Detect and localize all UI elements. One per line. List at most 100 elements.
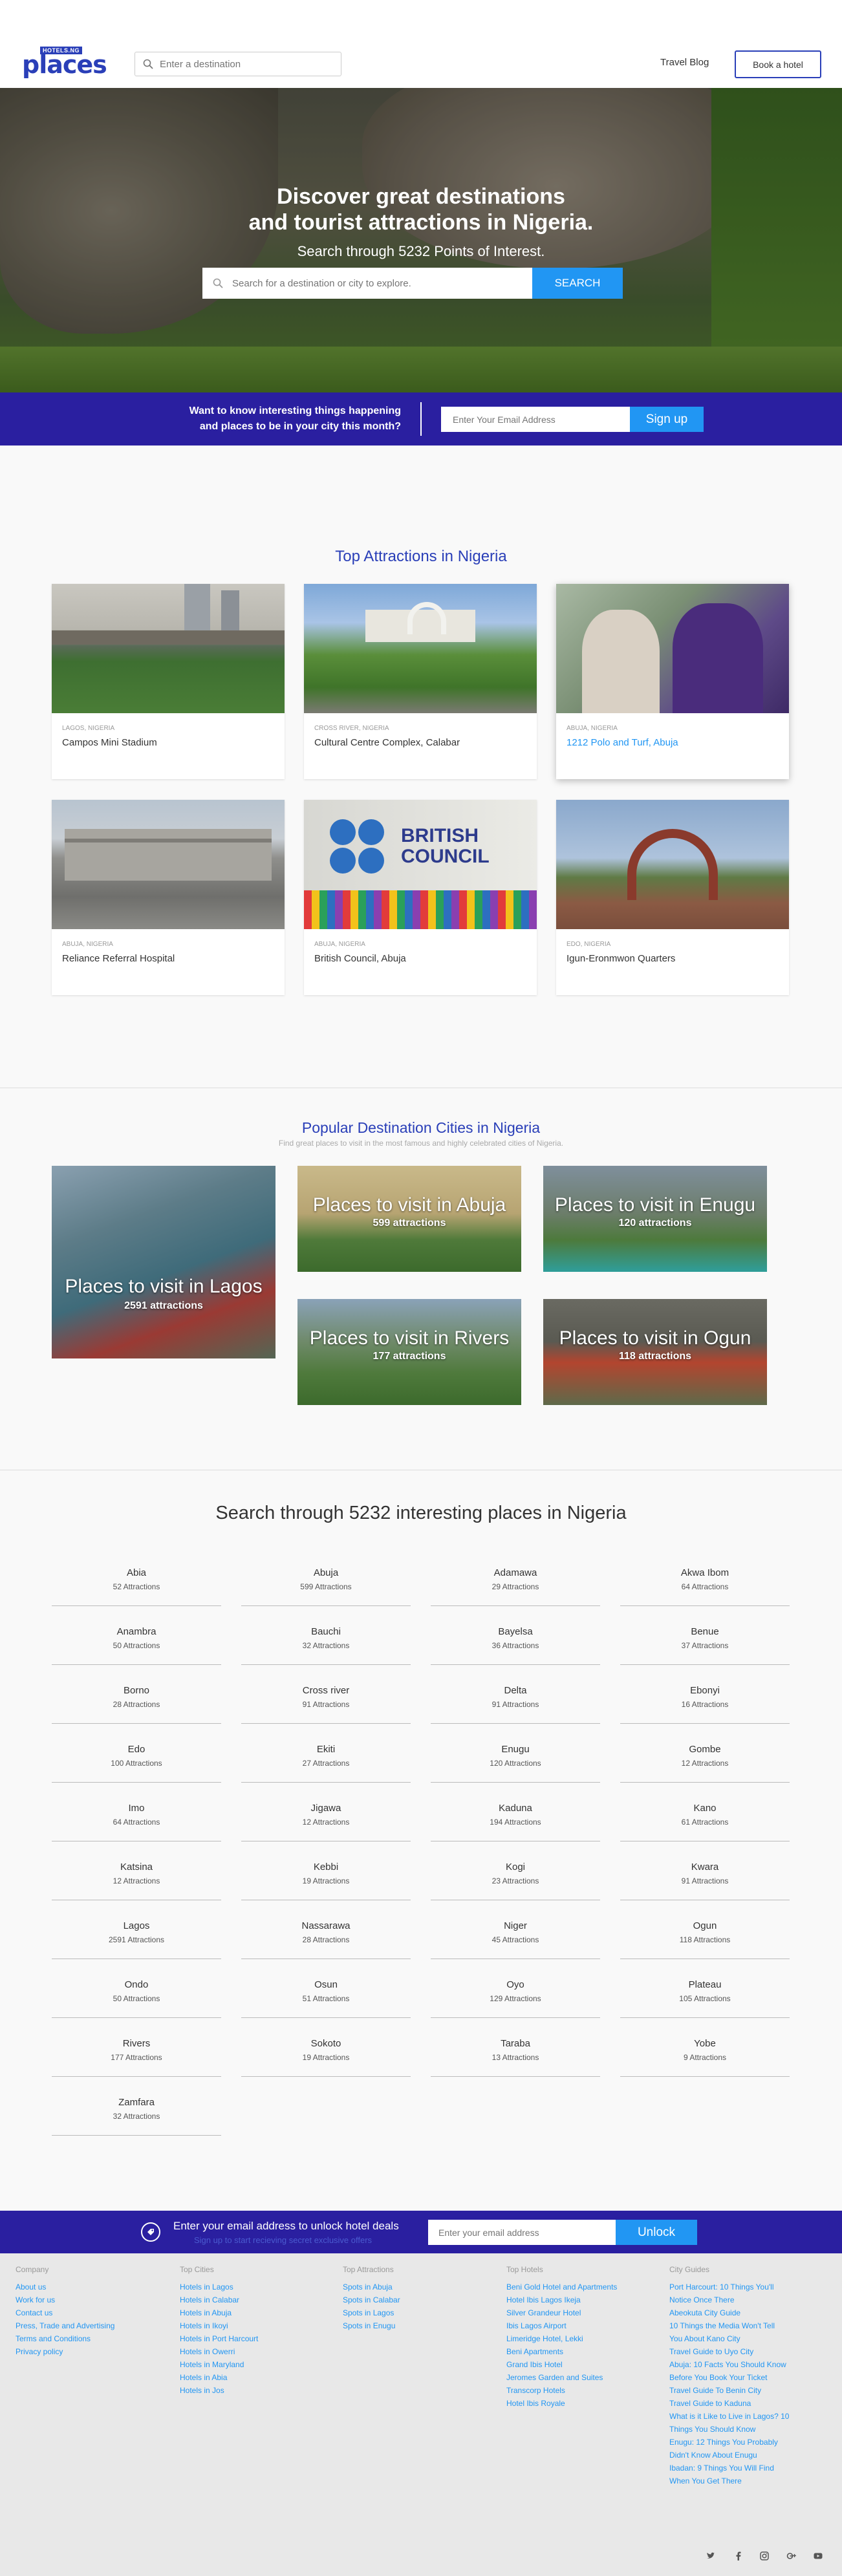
state-item[interactable]: Nassarawa 28 Attractions xyxy=(241,1920,411,1959)
footer-link[interactable]: Hotels in Port Harcourt xyxy=(180,2332,258,2345)
footer-link[interactable]: Spots in Enugu xyxy=(343,2319,400,2332)
state-item[interactable]: Enugu 120 Attractions xyxy=(431,1744,600,1783)
footer-link[interactable]: Hotels in Owerri xyxy=(180,2345,258,2358)
footer-link[interactable]: Grand Ibis Hotel xyxy=(506,2358,617,2371)
footer-link[interactable]: Hotel Ibis Lagos Ikeja xyxy=(506,2293,617,2306)
footer-link[interactable]: Port Harcourt: 10 Things You'll xyxy=(669,2281,789,2293)
footer-link[interactable]: Abeokuta City Guide xyxy=(669,2306,789,2319)
footer-link[interactable]: Hotels in Jos xyxy=(180,2384,258,2397)
state-item[interactable]: Ondo 50 Attractions xyxy=(52,1979,221,2018)
nav-travel-blog[interactable]: Travel Blog xyxy=(660,57,709,68)
hero-search-button[interactable]: SEARCH xyxy=(532,268,623,299)
book-hotel-button[interactable]: Book a hotel xyxy=(735,50,821,78)
state-item[interactable]: Adamawa 29 Attractions xyxy=(431,1567,600,1606)
footer-link[interactable]: Hotels in Abuja xyxy=(180,2306,258,2319)
footer-link[interactable]: Beni Gold Hotel and Apartments xyxy=(506,2281,617,2293)
twitter-icon[interactable] xyxy=(706,2551,715,2562)
unlock-button[interactable]: Unlock xyxy=(616,2220,697,2245)
hero-search-box[interactable] xyxy=(202,268,532,299)
state-item[interactable]: Edo 100 Attractions xyxy=(52,1744,221,1783)
state-item[interactable]: Zamfara 32 Attractions xyxy=(52,2097,221,2136)
state-item[interactable]: Kebbi 19 Attractions xyxy=(241,1862,411,1900)
footer-link[interactable]: When You Get There xyxy=(669,2474,789,2487)
state-item[interactable]: Lagos 2591 Attractions xyxy=(52,1920,221,1959)
site-logo[interactable]: HOTELS.NG places xyxy=(22,47,107,79)
footer-link[interactable]: Travel Guide to Uyo City xyxy=(669,2345,789,2358)
state-item[interactable]: Ekiti 27 Attractions xyxy=(241,1744,411,1783)
state-item[interactable]: Kano 61 Attractions xyxy=(620,1803,790,1841)
footer-link[interactable]: Limeridge Hotel, Lekki xyxy=(506,2332,617,2345)
state-item[interactable]: Benue 37 Attractions xyxy=(620,1626,790,1665)
state-item[interactable]: Delta 91 Attractions xyxy=(431,1685,600,1724)
hero-search-input[interactable] xyxy=(232,277,532,289)
footer-link[interactable]: Hotel Ibis Royale xyxy=(506,2397,617,2410)
footer-link[interactable]: Enugu: 12 Things You Probably xyxy=(669,2436,789,2449)
newsletter-signup-button[interactable]: Sign up xyxy=(630,407,704,432)
state-item[interactable]: Imo 64 Attractions xyxy=(52,1803,221,1841)
footer-link[interactable]: Travel Guide to Kaduna xyxy=(669,2397,789,2410)
youtube-icon[interactable] xyxy=(814,2551,823,2562)
footer-link[interactable]: Terms and Conditions xyxy=(16,2332,114,2345)
footer-link[interactable]: Press, Trade and Advertising xyxy=(16,2319,114,2332)
city-tile-lagos[interactable]: Places to visit in Lagos 2591 attraction… xyxy=(52,1166,275,1358)
footer-link[interactable]: Travel Guide To Benin City xyxy=(669,2384,789,2397)
footer-link[interactable]: Spots in Abuja xyxy=(343,2281,400,2293)
footer-link[interactable]: Privacy policy xyxy=(16,2345,114,2358)
state-item[interactable]: Sokoto 19 Attractions xyxy=(241,2038,411,2077)
footer-link[interactable]: Before You Book Your Ticket xyxy=(669,2371,789,2384)
footer-link[interactable]: Contact us xyxy=(16,2306,114,2319)
footer-link[interactable]: Things You Should Know xyxy=(669,2423,789,2436)
state-item[interactable]: Taraba 13 Attractions xyxy=(431,2038,600,2077)
header-search-input[interactable] xyxy=(160,58,341,70)
state-item[interactable]: Ebonyi 16 Attractions xyxy=(620,1685,790,1724)
state-item[interactable]: Plateau 105 Attractions xyxy=(620,1979,790,2018)
state-item[interactable]: Kaduna 194 Attractions xyxy=(431,1803,600,1841)
footer-link[interactable]: Transcorp Hotels xyxy=(506,2384,617,2397)
state-item[interactable]: Kwara 91 Attractions xyxy=(620,1862,790,1900)
state-item[interactable]: Anambra 50 Attractions xyxy=(52,1626,221,1665)
footer-link[interactable]: Ibis Lagos Airport xyxy=(506,2319,617,2332)
state-item[interactable]: Kogi 23 Attractions xyxy=(431,1862,600,1900)
footer-link[interactable]: About us xyxy=(16,2281,114,2293)
footer-link[interactable]: Didn't Know About Enugu xyxy=(669,2449,789,2462)
instagram-icon[interactable] xyxy=(760,2551,769,2562)
footer-link[interactable]: 10 Things the Media Won't Tell xyxy=(669,2319,789,2332)
state-item[interactable]: Ogun 118 Attractions xyxy=(620,1920,790,1959)
state-item[interactable]: Jigawa 12 Attractions xyxy=(241,1803,411,1841)
attraction-card[interactable]: EDO, NIGERIA Igun-Eronmwon Quarters xyxy=(556,800,789,995)
state-item[interactable]: Oyo 129 Attractions xyxy=(431,1979,600,2018)
state-item[interactable]: Rivers 177 Attractions xyxy=(52,2038,221,2077)
state-item[interactable]: Abia 52 Attractions xyxy=(52,1567,221,1606)
footer-link[interactable]: What is it Like to Live in Lagos? 10 xyxy=(669,2410,789,2423)
footer-link[interactable]: Hotels in Calabar xyxy=(180,2293,258,2306)
attraction-card[interactable]: BRITISH COUNCIL ABUJA, NIGERIA British C… xyxy=(304,800,537,995)
city-tile-abuja[interactable]: Places to visit in Abuja 599 attractions xyxy=(297,1166,521,1272)
city-tile-rivers[interactable]: Places to visit in Rivers 177 attraction… xyxy=(297,1299,521,1405)
footer-link[interactable]: Hotels in Lagos xyxy=(180,2281,258,2293)
attraction-card[interactable]: CROSS RIVER, NIGERIA Cultural Centre Com… xyxy=(304,584,537,779)
footer-link[interactable]: Work for us xyxy=(16,2293,114,2306)
footer-link[interactable]: Hotels in Maryland xyxy=(180,2358,258,2371)
footer-link[interactable]: Abuja: 10 Facts You Should Know xyxy=(669,2358,789,2371)
state-item[interactable]: Cross river 91 Attractions xyxy=(241,1685,411,1724)
footer-link[interactable]: Jeromes Garden and Suites xyxy=(506,2371,617,2384)
footer-link[interactable]: Silver Grandeur Hotel xyxy=(506,2306,617,2319)
state-item[interactable]: Bauchi 32 Attractions xyxy=(241,1626,411,1665)
footer-link[interactable]: Ibadan: 9 Things You Will Find xyxy=(669,2462,789,2474)
attraction-card[interactable]: ABUJA, NIGERIA Reliance Referral Hospita… xyxy=(52,800,285,995)
unlock-email-input[interactable] xyxy=(428,2220,616,2245)
state-item[interactable]: Borno 28 Attractions xyxy=(52,1685,221,1724)
state-item[interactable]: Niger 45 Attractions xyxy=(431,1920,600,1959)
header-search-box[interactable] xyxy=(135,52,341,76)
state-item[interactable]: Abuja 599 Attractions xyxy=(241,1567,411,1606)
attraction-card[interactable]: LAGOS, NIGERIA Campos Mini Stadium xyxy=(52,584,285,779)
city-tile-ogun[interactable]: Places to visit in Ogun 118 attractions xyxy=(543,1299,767,1405)
city-tile-enugu[interactable]: Places to visit in Enugu 120 attractions xyxy=(543,1166,767,1272)
google-plus-icon[interactable] xyxy=(786,2551,797,2562)
state-item[interactable]: Gombe 12 Attractions xyxy=(620,1744,790,1783)
footer-link[interactable]: Hotels in Abia xyxy=(180,2371,258,2384)
state-item[interactable]: Bayelsa 36 Attractions xyxy=(431,1626,600,1665)
state-item[interactable]: Katsina 12 Attractions xyxy=(52,1862,221,1900)
state-item[interactable]: Yobe 9 Attractions xyxy=(620,2038,790,2077)
state-item[interactable]: Akwa Ibom 64 Attractions xyxy=(620,1567,790,1606)
